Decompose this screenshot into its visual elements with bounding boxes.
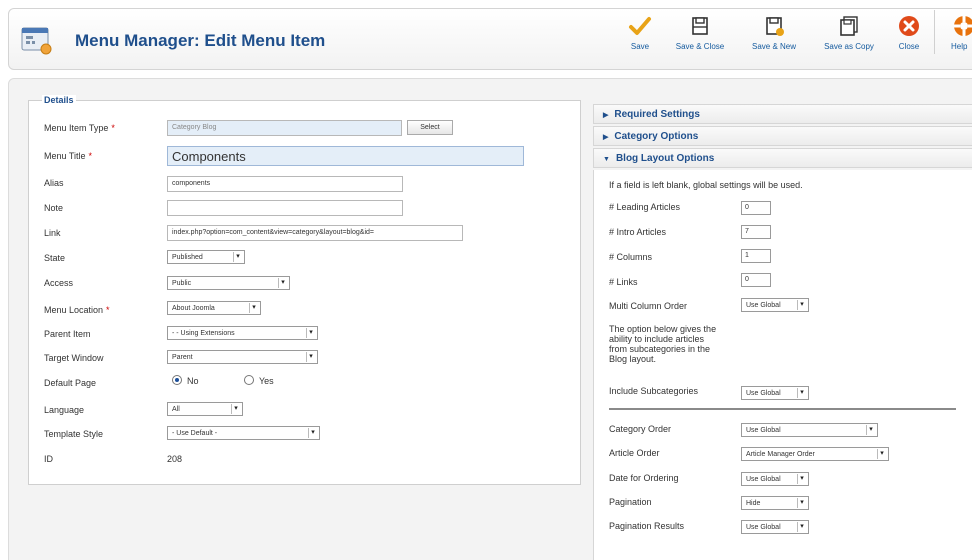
include-subcategories-select[interactable]: Use Global ▾ (741, 386, 809, 400)
columns-field[interactable]: 1 (741, 249, 771, 263)
help-icon (952, 14, 972, 38)
include-subcategories-label: Include Subcategories (609, 386, 699, 396)
pagination-results-select[interactable]: Use Global ▾ (741, 520, 809, 534)
menu-title-field[interactable]: Components (167, 146, 524, 166)
chevron-down-icon: ▾ (877, 449, 886, 459)
note-label: Note (44, 203, 64, 213)
chevron-down-icon: ▾ (306, 352, 315, 362)
chevron-down-icon: ▾ (797, 474, 806, 484)
default-page-label: Default Page (44, 378, 97, 388)
links-label: # Links (609, 277, 638, 287)
link-field[interactable]: index.php?option=com_content&view=catego… (167, 225, 463, 241)
target-window-select[interactable]: Parent ▾ (167, 350, 318, 364)
subcategories-note-line3: from subcategories in the (609, 344, 711, 354)
menu-location-select[interactable]: About Joomla ▾ (167, 301, 261, 315)
parent-item-label: Parent Item (44, 329, 91, 339)
chevron-down-icon: ▾ (308, 428, 317, 438)
multi-column-order-select[interactable]: Use Global ▾ (741, 298, 809, 312)
template-style-label: Template Style (44, 429, 104, 439)
menu-item-type-label: Menu Item Type * (44, 123, 115, 133)
save-as-copy-button[interactable]: Save as Copy (812, 10, 886, 54)
default-page-yes-label: Yes (259, 376, 274, 386)
default-page-no-radio[interactable] (172, 375, 182, 385)
access-select[interactable]: Public ▾ (167, 276, 290, 290)
category-order-select[interactable]: Use Global ▾ (741, 423, 878, 437)
alias-field[interactable]: components (167, 176, 403, 192)
page-title: Menu Manager: Edit Menu Item (75, 31, 326, 50)
date-for-ordering-select[interactable]: Use Global ▾ (741, 472, 809, 486)
subcategories-note-line4: Blog layout. (609, 354, 657, 364)
chevron-down-icon: ▾ (278, 278, 287, 288)
link-label: Link (44, 228, 61, 238)
article-order-label: Article Order (609, 448, 660, 458)
chevron-down-icon: ▾ (233, 252, 242, 262)
global-settings-note: If a field is left blank, global setting… (609, 180, 803, 190)
save-close-icon (688, 14, 712, 38)
pagination-select[interactable]: Hide ▾ (741, 496, 809, 510)
article-order-select[interactable]: Article Manager Order ▾ (741, 447, 889, 461)
alias-label: Alias (44, 178, 64, 188)
template-style-select[interactable]: - Use Default - ▾ (167, 426, 320, 440)
language-select[interactable]: All ▾ (167, 402, 243, 416)
leading-articles-field[interactable]: 0 (741, 201, 771, 215)
save-new-icon (762, 14, 786, 38)
chevron-down-icon: ▾ (797, 388, 806, 398)
date-for-ordering-label: Date for Ordering (609, 473, 679, 483)
intro-articles-field[interactable]: 7 (741, 225, 771, 239)
close-icon (897, 14, 921, 38)
links-field[interactable]: 0 (741, 273, 771, 287)
subcategories-note-line1: The option below gives the (609, 324, 717, 334)
chevron-down-icon: ▾ (866, 425, 875, 435)
state-select[interactable]: Published ▾ (167, 250, 245, 264)
details-legend: Details (42, 95, 76, 105)
save-new-button[interactable]: Save & New (741, 10, 807, 54)
caret-right-icon: ▶ (603, 112, 609, 119)
caret-right-icon: ▶ (603, 134, 609, 141)
id-label: ID (44, 454, 53, 464)
close-button[interactable]: Close (891, 10, 927, 54)
parent-item-select[interactable]: - - Using Extensions ▾ (167, 326, 318, 340)
chevron-down-icon: ▾ (231, 404, 240, 414)
leading-articles-label: # Leading Articles (609, 202, 681, 212)
columns-label: # Columns (609, 252, 653, 262)
default-page-no-label: No (187, 376, 199, 386)
note-field[interactable] (167, 200, 403, 216)
chevron-down-icon: ▾ (797, 498, 806, 508)
default-page-yes-radio[interactable] (244, 375, 254, 385)
access-label: Access (44, 278, 74, 288)
category-order-label: Category Order (609, 424, 672, 434)
subcategories-note-line2: ability to include articles (609, 334, 705, 344)
caret-down-icon: ▼ (603, 156, 610, 163)
blog-layout-options-toggle[interactable]: ▼ Blog Layout Options (593, 148, 972, 168)
chevron-down-icon: ▾ (249, 303, 258, 313)
select-button[interactable]: Select (407, 120, 453, 135)
pagination-label: Pagination (609, 497, 652, 507)
multi-column-order-label: Multi Column Order (609, 301, 688, 311)
help-button[interactable]: Help (942, 10, 972, 54)
save-icon (628, 14, 652, 38)
category-options-toggle[interactable]: ▶ Category Options (593, 126, 972, 146)
language-label: Language (44, 405, 85, 415)
id-value: 208 (167, 454, 183, 464)
toolbar-divider (934, 10, 935, 54)
save-copy-icon (837, 14, 861, 38)
state-label: State (44, 253, 66, 263)
required-settings-toggle[interactable]: ▶ Required Settings (593, 104, 972, 124)
save-button[interactable]: Save (621, 10, 659, 54)
menu-manager-icon (21, 26, 53, 56)
intro-articles-label: # Intro Articles (609, 227, 667, 237)
chevron-down-icon: ▾ (306, 328, 315, 338)
chevron-down-icon: ▾ (797, 522, 806, 532)
target-window-label: Target Window (44, 353, 104, 363)
menu-item-type-input[interactable]: Category Blog (167, 120, 402, 136)
section-divider (609, 408, 956, 410)
chevron-down-icon: ▾ (797, 300, 806, 310)
save-close-button[interactable]: Save & Close (664, 10, 736, 54)
menu-location-label: Menu Location * (44, 305, 110, 315)
menu-title-label: Menu Title * (44, 151, 93, 161)
pagination-results-label: Pagination Results (609, 521, 685, 531)
